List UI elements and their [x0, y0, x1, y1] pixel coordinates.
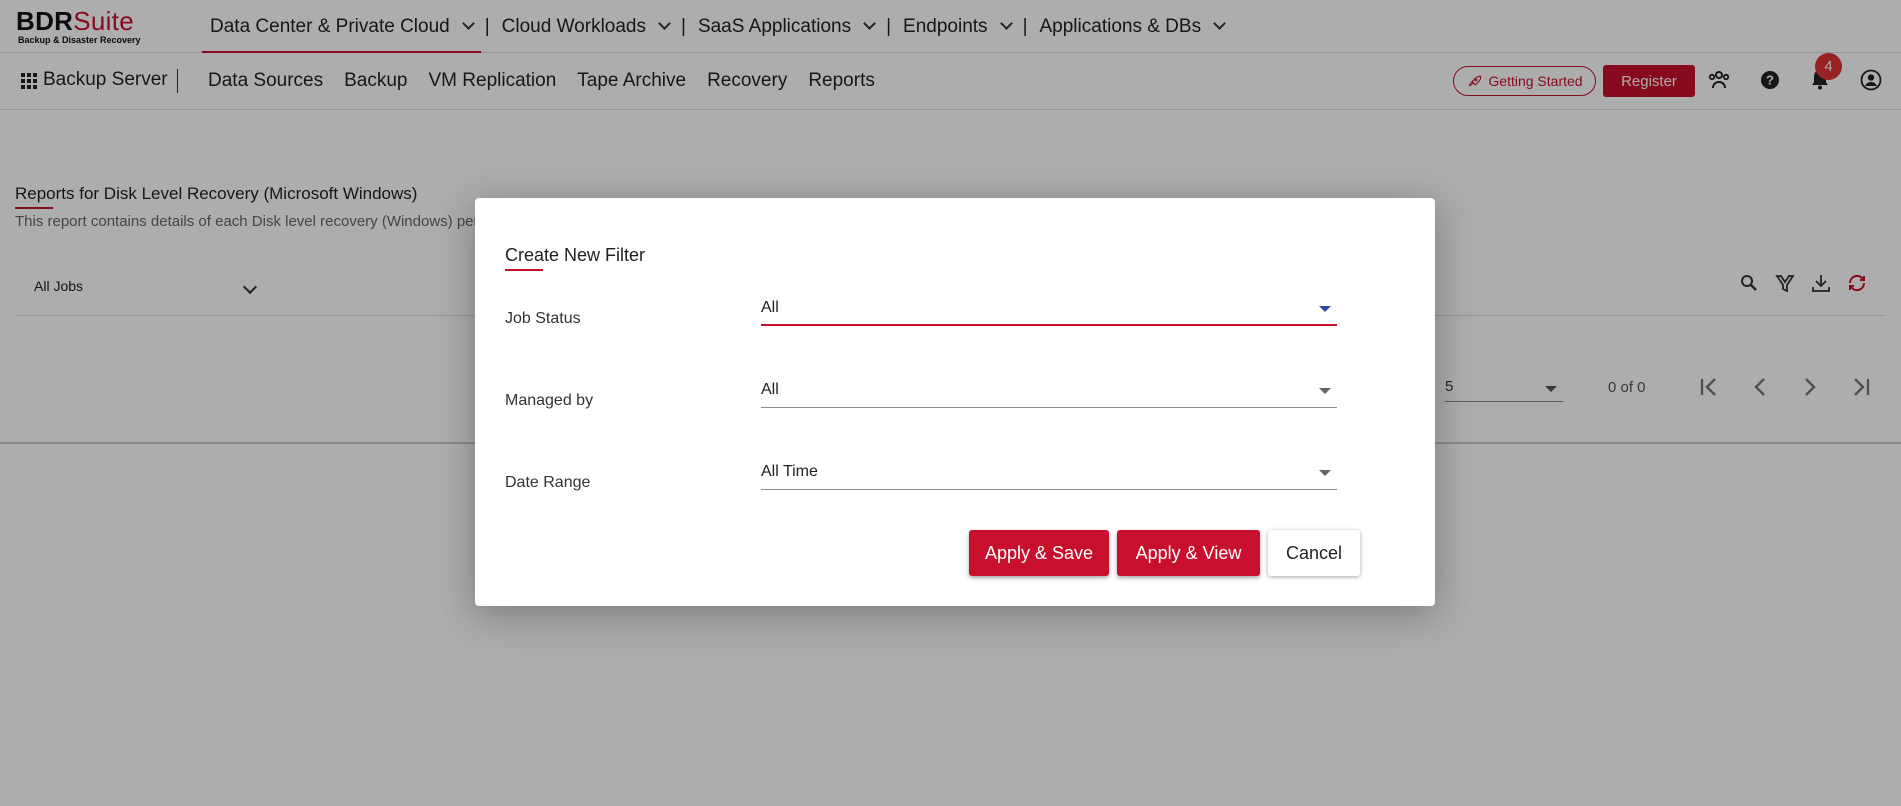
create-filter-dialog: Create New Filter Job Status All Managed…	[475, 198, 1435, 606]
job-status-label: Job Status	[505, 310, 581, 327]
job-status-select[interactable]: All	[761, 294, 1337, 326]
cancel-button[interactable]: Cancel	[1268, 530, 1360, 576]
job-status-value: All	[761, 299, 779, 316]
caret-down-icon	[1319, 306, 1331, 312]
date-range-select[interactable]: All Time	[761, 458, 1337, 490]
date-range-value: All Time	[761, 463, 818, 480]
apply-save-button[interactable]: Apply & Save	[969, 530, 1109, 576]
dialog-title-underline	[505, 269, 543, 271]
managed-by-label: Managed by	[505, 392, 594, 409]
caret-down-icon	[1319, 388, 1331, 394]
dialog-title: Create New Filter	[505, 245, 646, 265]
apply-view-button[interactable]: Apply & View	[1117, 530, 1260, 576]
managed-by-select[interactable]: All	[761, 376, 1337, 408]
caret-down-icon	[1319, 470, 1331, 476]
managed-by-value: All	[761, 381, 779, 398]
date-range-label: Date Range	[505, 474, 591, 491]
